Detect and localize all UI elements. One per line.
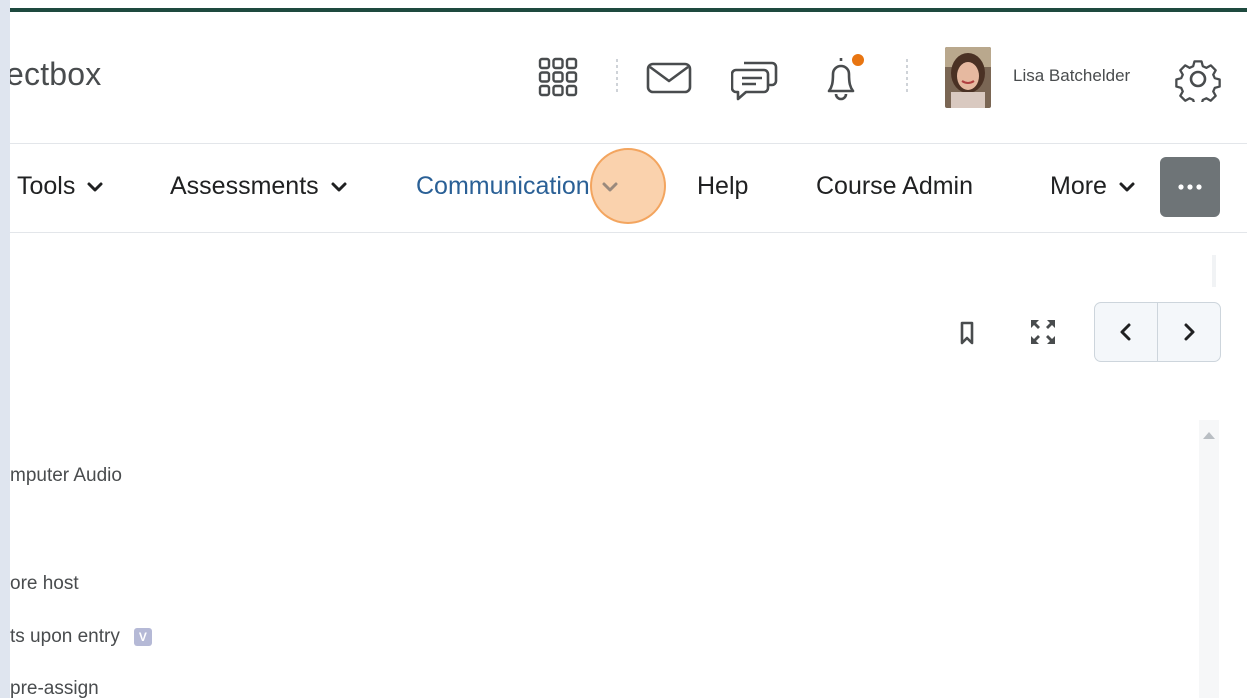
scrollbar[interactable] bbox=[1199, 420, 1219, 698]
avatar[interactable] bbox=[945, 47, 991, 108]
chevron-down-icon bbox=[331, 182, 347, 191]
chat-icon[interactable] bbox=[730, 54, 780, 102]
top-band bbox=[0, 0, 1247, 8]
nav-item-label: Communication bbox=[416, 172, 590, 200]
apps-grid-icon[interactable] bbox=[536, 55, 580, 99]
nav-item-label: Assessments bbox=[170, 172, 319, 200]
header-separator bbox=[906, 59, 908, 95]
v-badge-icon: V bbox=[133, 627, 152, 646]
next-button[interactable] bbox=[1158, 303, 1220, 361]
more-options-button[interactable] bbox=[1160, 157, 1220, 217]
page-navigation bbox=[1094, 302, 1221, 362]
fullscreen-icon[interactable] bbox=[1024, 313, 1062, 351]
ellipsis-icon bbox=[1178, 184, 1202, 190]
bookmark-icon[interactable] bbox=[950, 316, 984, 350]
chevron-down-icon bbox=[1119, 182, 1135, 191]
nav-item-course-admin[interactable]: Course Admin bbox=[816, 172, 973, 201]
previous-button[interactable] bbox=[1095, 303, 1157, 361]
click-indicator bbox=[590, 148, 666, 224]
nav-item-assessments[interactable]: Assessments bbox=[170, 172, 349, 201]
scroll-up-arrow-icon[interactable] bbox=[1203, 432, 1215, 439]
nav-item-label: Tools bbox=[17, 172, 76, 200]
content-line-text: ts upon entry bbox=[10, 626, 120, 647]
notification-dot bbox=[850, 52, 866, 68]
nav-item-label: Course Admin bbox=[816, 172, 974, 200]
content-line: mputer Audio bbox=[10, 465, 122, 486]
content-line: ore host bbox=[10, 573, 79, 594]
mail-icon[interactable] bbox=[644, 60, 694, 96]
content-line: pre-assign bbox=[10, 678, 99, 699]
content-line-with-badge: ts upon entry V bbox=[10, 626, 152, 648]
user-name[interactable]: Lisa Batchelder bbox=[1013, 66, 1130, 86]
nav-item-tools[interactable]: Tools bbox=[17, 172, 105, 201]
course-title[interactable]: ectbox bbox=[6, 56, 101, 93]
divider bbox=[1212, 255, 1216, 287]
nav-item-more[interactable]: More bbox=[1050, 172, 1137, 201]
left-edge-strip bbox=[0, 0, 10, 698]
gear-icon[interactable] bbox=[1174, 55, 1222, 103]
chevron-right-icon bbox=[1184, 323, 1195, 341]
chevron-down-icon bbox=[87, 182, 103, 191]
header-separator bbox=[616, 59, 618, 95]
chevron-left-icon bbox=[1120, 323, 1131, 341]
nav-item-label: Help bbox=[697, 172, 749, 200]
nav-item-label: More bbox=[1050, 172, 1107, 200]
nav-item-help[interactable]: Help bbox=[697, 172, 748, 201]
